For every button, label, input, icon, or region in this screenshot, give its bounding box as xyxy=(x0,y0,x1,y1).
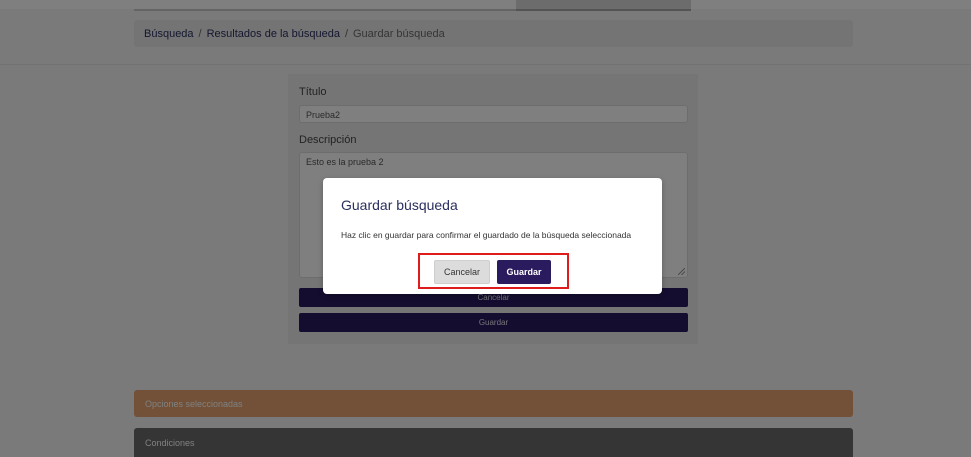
dialog-title: Guardar búsqueda xyxy=(341,197,458,213)
dialog-save-button[interactable]: Guardar xyxy=(497,260,551,284)
save-search-dialog: Guardar búsqueda Haz clic en guardar par… xyxy=(323,178,662,294)
dialog-message: Haz clic en guardar para confirmar el gu… xyxy=(341,230,632,240)
dialog-cancel-button[interactable]: Cancelar xyxy=(434,260,490,284)
